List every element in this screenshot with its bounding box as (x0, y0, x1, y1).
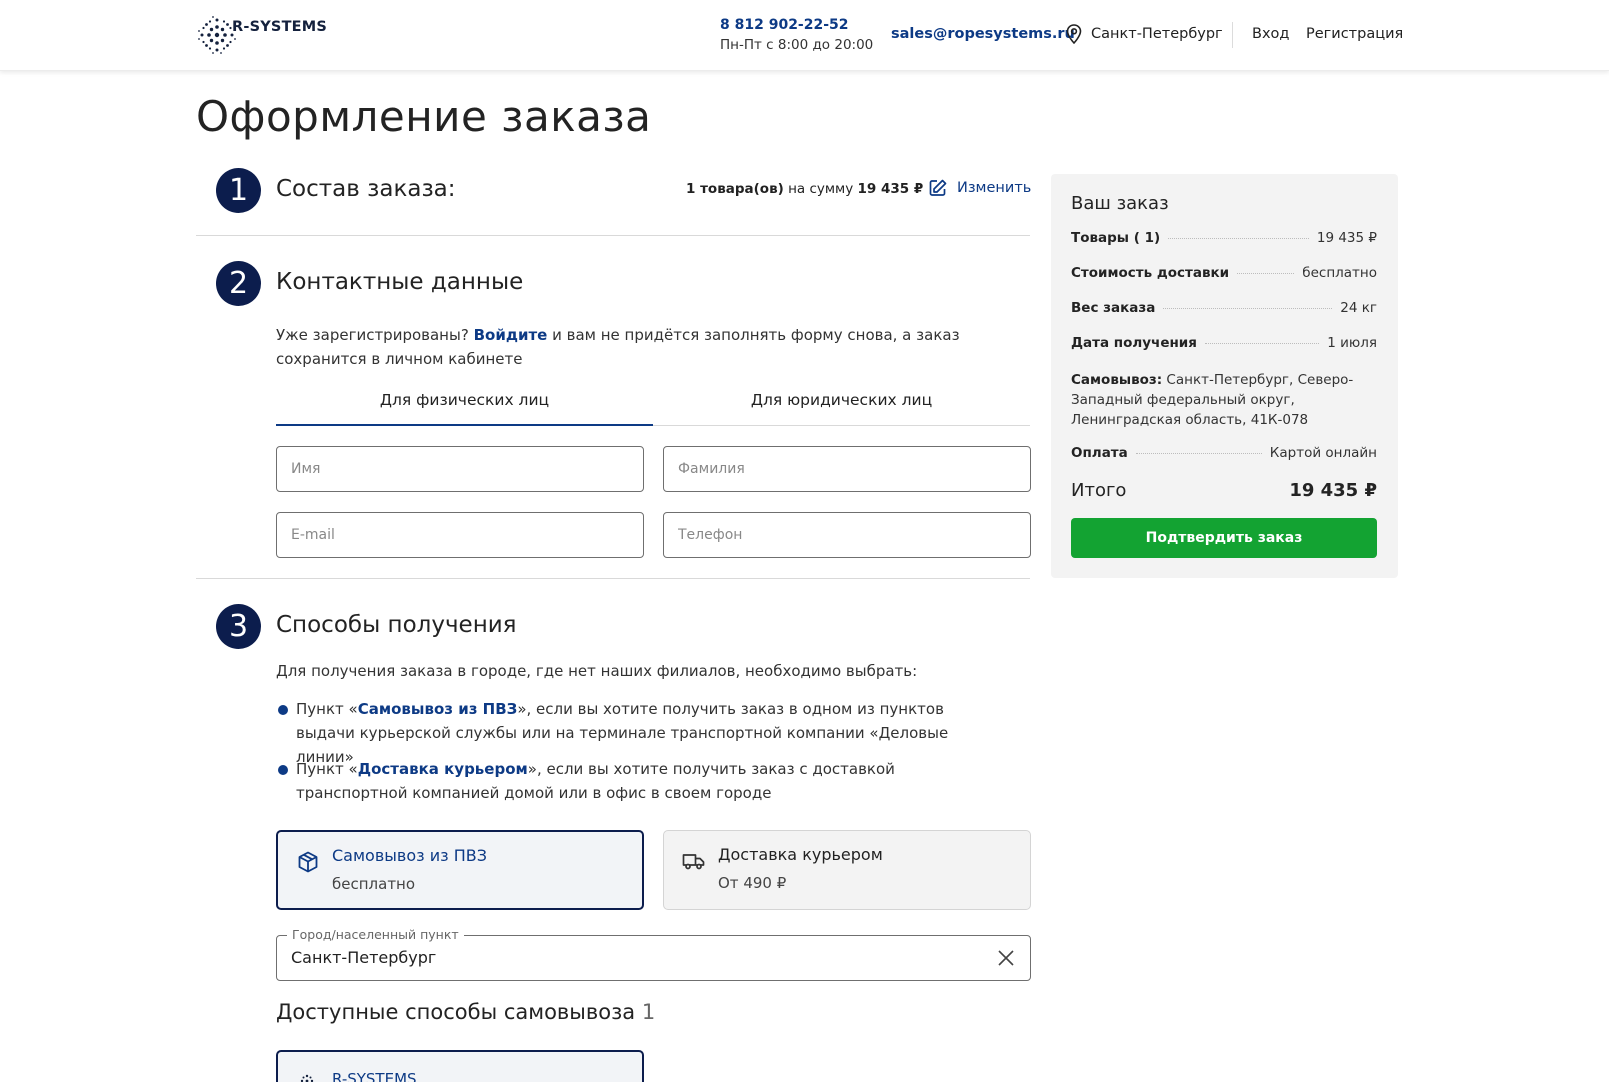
delivery-info-text: Для получения заказа в городе, где нет н… (276, 662, 918, 680)
edit-order-link[interactable]: Изменить (928, 178, 1031, 198)
order-row-payment: Оплата Картой онлайн (1071, 445, 1377, 461)
dotted-leader (1168, 238, 1309, 239)
order-row-key: Товары ( 1) (1071, 230, 1161, 246)
phone-field[interactable] (663, 512, 1031, 558)
city-input-field[interactable]: Город/населенный пункт Санкт-Петербург (276, 927, 1031, 981)
working-hours: Пн-Пт с 8:00 до 20:00 (720, 37, 874, 53)
section-divider (196, 235, 1030, 236)
delivery-option-price: От 490 ₽ (718, 874, 787, 892)
available-pickup-title: Доступные способы самовывоза 1 (276, 1000, 655, 1024)
total-label: Итого (1071, 480, 1127, 501)
login-hint: Уже зарегистрированы? Войдите и вам не п… (276, 323, 976, 371)
delivery-option-courier[interactable]: Доставка курьером От 490 ₽ (663, 830, 1031, 910)
dotted-leader (1204, 343, 1320, 344)
confirm-order-button[interactable]: Подтвердить заказ (1071, 518, 1377, 558)
city-field-label: Город/населенный пункт (287, 927, 464, 942)
location-pin-icon (1066, 24, 1082, 44)
order-summary-panel: Ваш заказ Товары ( 1) 19 435 ₽ Стоимость… (1051, 174, 1398, 578)
sum-label: на сумму (783, 181, 858, 197)
step-3-number: 3 (216, 604, 261, 649)
pickup-label: Самовывоз: (1071, 372, 1163, 388)
close-icon[interactable] (996, 948, 1016, 968)
customer-type-tabs: Для физических лиц Для юридических лиц (276, 386, 1030, 426)
pickup-point-card[interactable]: R-SYSTEMS (276, 1050, 644, 1082)
delivery-option-title: Доставка курьером (718, 845, 883, 864)
sum-value: 19 435 ₽ (857, 181, 924, 197)
order-row-value: 19 435 ₽ (1316, 230, 1377, 246)
dotted-leader (1135, 453, 1262, 454)
login-hint-prefix: Уже зарегистрированы? (276, 326, 474, 344)
bullet-prefix: Пункт « (296, 760, 358, 778)
order-row-delivery-cost: Стоимость доставки бесплатно (1071, 265, 1377, 281)
delivery-option-pickup[interactable]: Самовывоз из ПВЗ бесплатно (276, 830, 644, 910)
logo-text: R-SYSTEMS (232, 19, 328, 35)
city-field-value: Санкт-Петербург (291, 948, 437, 967)
order-row-value: 24 кг (1340, 300, 1377, 316)
order-row-value: 1 июля (1327, 335, 1377, 351)
page-title: Оформление заказа (196, 92, 652, 141)
section-divider (196, 578, 1030, 579)
signin-link[interactable]: Войдите (474, 326, 548, 344)
delivery-option-price: бесплатно (332, 875, 416, 893)
order-total: Итого 19 435 ₽ (1071, 480, 1377, 501)
city-selector[interactable]: Санкт-Петербург (1066, 24, 1223, 44)
pickup-point-title: R-SYSTEMS (332, 1070, 417, 1082)
available-pickup-count: 1 (641, 1000, 656, 1024)
order-row-key: Оплата (1071, 445, 1128, 461)
order-summary-line: 1 товара(ов) на сумму 19 435 ₽ (686, 181, 923, 197)
edit-link-label: Изменить (957, 180, 1032, 196)
order-pickup-address: Самовывоз: Санкт-Петербург, Северо-Запад… (1071, 370, 1361, 430)
login-link[interactable]: Вход (1252, 26, 1289, 42)
step-1-number: 1 (216, 168, 261, 213)
tab-individuals[interactable]: Для физических лиц (276, 386, 653, 426)
order-row-value: Картой онлайн (1269, 445, 1377, 461)
order-row-items: Товары ( 1) 19 435 ₽ (1071, 230, 1377, 246)
dotted-leader (1237, 273, 1295, 274)
phone-link[interactable]: 8 812 902-22-52 (720, 17, 873, 33)
total-value: 19 435 ₽ (1289, 480, 1377, 501)
site-header: R-SYSTEMS 8 812 902-22-52 Пн-Пт с 8:00 д… (0, 0, 1609, 71)
order-summary-title: Ваш заказ (1071, 193, 1169, 214)
register-link[interactable]: Регистрация (1306, 26, 1403, 42)
email-field[interactable] (276, 512, 644, 558)
step-2-number: 2 (216, 261, 261, 306)
package-icon (298, 851, 318, 873)
pickup-link[interactable]: Самовывоз из ПВЗ (358, 700, 518, 718)
order-row-value: бесплатно (1302, 265, 1377, 281)
step-1-title: Состав заказа: (276, 176, 456, 202)
first-name-field[interactable] (276, 446, 644, 492)
logo-icon (300, 1074, 314, 1082)
available-pickup-label: Доступные способы самовывоза (276, 1000, 636, 1024)
dotted-leader (1163, 308, 1333, 309)
courier-link[interactable]: Доставка курьером (358, 760, 528, 778)
header-divider (1232, 22, 1233, 48)
bullet-prefix: Пункт « (296, 700, 358, 718)
contact-phone-block: 8 812 902-22-52 Пн-Пт с 8:00 до 20:00 (720, 17, 873, 53)
order-row-key: Дата получения (1071, 335, 1197, 351)
items-count: 1 товара(ов) (686, 181, 784, 197)
order-row-weight: Вес заказа 24 кг (1071, 300, 1377, 316)
email-link[interactable]: sales@ropesystems.ru (891, 26, 1075, 42)
bullet-courier: Пункт «Доставка курьером», если вы хотит… (276, 757, 996, 805)
edit-icon (929, 179, 947, 196)
step-2-title: Контактные данные (276, 269, 524, 295)
order-row-key: Вес заказа (1071, 300, 1156, 316)
delivery-option-title: Самовывоз из ПВЗ (332, 846, 487, 865)
tab-legal-entities[interactable]: Для юридических лиц (653, 386, 1030, 425)
city-name: Санкт-Петербург (1091, 26, 1223, 42)
order-row-key: Стоимость доставки (1071, 265, 1230, 281)
logo[interactable]: R-SYSTEMS (196, 14, 327, 56)
truck-icon (682, 854, 705, 870)
order-row-date: Дата получения 1 июля (1071, 335, 1377, 351)
last-name-field[interactable] (663, 446, 1031, 492)
step-3-title: Способы получения (276, 612, 517, 638)
